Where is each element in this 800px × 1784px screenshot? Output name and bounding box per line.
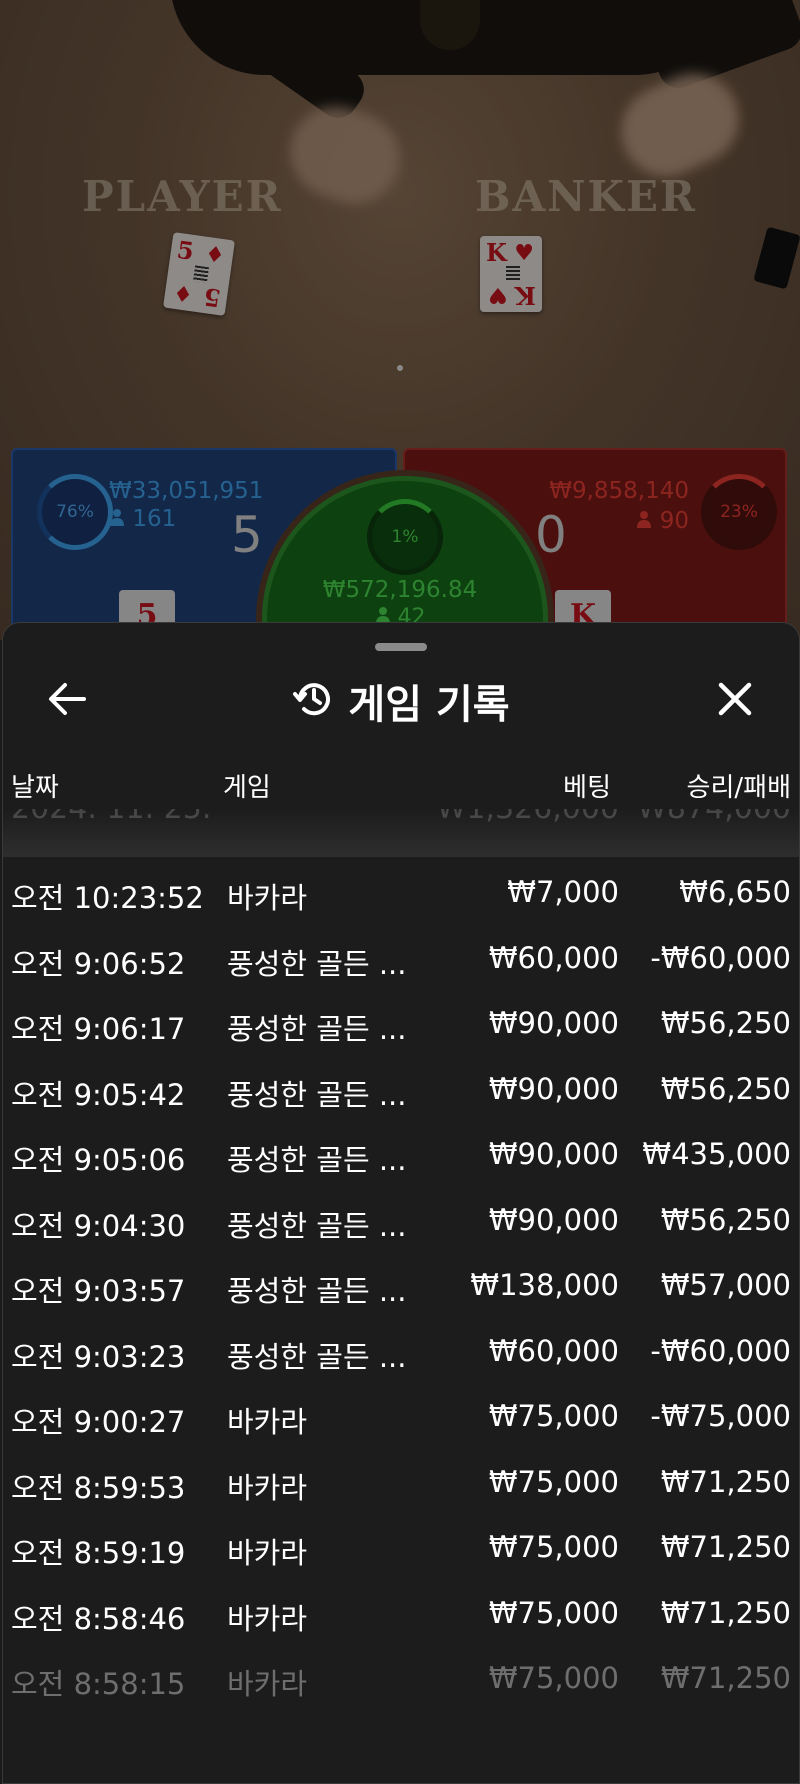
row-game: 바카라 [227, 881, 308, 915]
history-list[interactable]: 오전 10:23:52 바카라 ₩7,000 ₩6,650 오전 9:06:52 풍성한 … [3, 865, 799, 1717]
close-button[interactable] [711, 677, 759, 725]
row-date: 오전 9:03:23 [11, 1339, 186, 1374]
row-game: 풍성한 골든 ... [227, 1274, 407, 1308]
row-win-loss: ₩56,250 [660, 1202, 791, 1237]
modal-backdrop[interactable] [0, 0, 800, 640]
row-bet: ₩90,000 [488, 1137, 619, 1171]
row-win-loss: ₩6,650 [679, 875, 791, 909]
page-title: 게임 기록 [348, 682, 510, 728]
date-group-win-total: ₩874,000 [637, 809, 791, 826]
row-date: 오전 9:05:42 [11, 1077, 186, 1112]
row-win-loss: ₩71,250 [660, 1595, 791, 1630]
row-bet: ₩60,000 [488, 940, 619, 975]
column-header-date[interactable]: 날짜 [11, 767, 59, 804]
history-row[interactable]: 오전 9:04:30 풍성한 골든 ... ₩90,000 ₩56,250 [3, 1193, 799, 1259]
row-bet: ₩7,000 [507, 875, 619, 909]
row-date: 오전 9:04:30 [11, 1208, 186, 1243]
row-win-loss: ₩435,000 [642, 1137, 791, 1171]
row-bet: ₩60,000 [488, 1333, 619, 1368]
history-row[interactable]: 오전 9:00:27 바카라 ₩75,000 -₩75,000 [3, 1389, 799, 1455]
column-header-bet[interactable]: 베팅 [563, 767, 611, 804]
history-row[interactable]: 오전 8:59:53 바카라 ₩75,000 ₩71,250 [3, 1455, 799, 1521]
row-game: 바카라 [227, 1536, 308, 1570]
row-game: 풍성한 골든 ... [227, 946, 407, 981]
row-win-loss: -₩75,000 [650, 1399, 791, 1433]
column-header-win-loss[interactable]: 승리/패배 [687, 767, 791, 804]
row-game: 바카라 [227, 1601, 308, 1636]
row-win-loss: -₩60,000 [650, 1333, 791, 1368]
history-row[interactable]: 오전 9:03:23 풍성한 골든 ... ₩60,000 -₩60,000 [3, 1324, 799, 1390]
date-group-label: 2024. 11. 25. [11, 809, 211, 826]
row-win-loss: ₩71,250 [660, 1661, 791, 1695]
live-video-feed: PLAYER BANKER 5 ♦ ♦ 5 K ♥ ♥ K 76% ₩33,05… [0, 0, 800, 640]
column-header-game[interactable]: 게임 [223, 767, 271, 804]
row-date: 오전 8:59:53 [11, 1470, 186, 1505]
row-win-loss: -₩60,000 [650, 940, 791, 975]
row-bet: ₩90,000 [488, 1071, 619, 1106]
row-win-loss: ₩56,250 [660, 1006, 791, 1040]
row-game: 풍성한 골든 ... [227, 1143, 407, 1177]
history-row[interactable]: 오전 10:23:52 바카라 ₩7,000 ₩6,650 [3, 865, 799, 931]
row-bet: ₩75,000 [488, 1661, 619, 1695]
row-bet: ₩90,000 [488, 1202, 619, 1237]
history-row[interactable]: 오전 9:03:57 풍성한 골든 ... ₩138,000 ₩57,000 [3, 1258, 799, 1324]
row-game: 바카라 [227, 1470, 308, 1505]
row-date: 오전 9:06:17 [11, 1012, 186, 1046]
history-row[interactable]: 오전 9:06:52 풍성한 골든 ... ₩60,000 -₩60,000 [3, 931, 799, 997]
row-bet: ₩75,000 [488, 1464, 619, 1499]
row-win-loss: ₩71,250 [660, 1530, 791, 1564]
history-clock-icon [292, 678, 334, 724]
row-game: 바카라 [227, 1405, 308, 1439]
sheet-header: 게임 기록 [3, 671, 799, 731]
row-date: 오전 9:03:57 [11, 1274, 186, 1308]
history-row[interactable]: 오전 8:59:19 바카라 ₩75,000 ₩71,250 [3, 1520, 799, 1586]
drag-handle[interactable] [375, 643, 427, 651]
history-row[interactable]: 오전 9:05:06 풍성한 골든 ... ₩90,000 ₩435,000 [3, 1127, 799, 1193]
table-header: 날짜 게임 베팅 승리/패배 [3, 767, 799, 807]
row-win-loss: ₩71,250 [660, 1464, 791, 1499]
row-date: 오전 9:05:06 [11, 1143, 186, 1177]
row-date: 오전 8:58:46 [11, 1601, 186, 1636]
history-row[interactable]: 오전 8:58:15 바카라 ₩75,000 ₩71,250 [3, 1651, 799, 1717]
row-date: 오전 9:06:52 [11, 946, 186, 981]
row-game: 풍성한 골든 ... [227, 1012, 407, 1046]
row-win-loss: ₩56,250 [660, 1071, 791, 1106]
row-date: 오전 9:00:27 [11, 1405, 186, 1439]
row-bet: ₩75,000 [488, 1595, 619, 1630]
row-game: 바카라 [227, 1667, 308, 1701]
date-group-row: 2024. 11. 25. ₩1,326,000 ₩874,000 [3, 809, 799, 849]
row-bet: ₩90,000 [488, 1006, 619, 1040]
date-group-bet-total: ₩1,326,000 [437, 809, 619, 826]
row-win-loss: ₩57,000 [660, 1268, 791, 1302]
row-game: 풍성한 골든 ... [227, 1339, 407, 1374]
history-row[interactable]: 오전 9:06:17 풍성한 골든 ... ₩90,000 ₩56,250 [3, 996, 799, 1062]
row-game: 풍성한 골든 ... [227, 1208, 407, 1243]
row-bet: ₩75,000 [488, 1530, 619, 1564]
row-bet: ₩138,000 [470, 1268, 619, 1302]
row-game: 풍성한 골든 ... [227, 1077, 407, 1112]
row-date: 오전 8:59:19 [11, 1536, 186, 1570]
row-bet: ₩75,000 [488, 1399, 619, 1433]
close-icon [717, 681, 753, 721]
history-row[interactable]: 오전 8:58:46 바카라 ₩75,000 ₩71,250 [3, 1586, 799, 1652]
row-date: 오전 8:58:15 [11, 1667, 186, 1701]
row-date: 오전 10:23:52 [11, 881, 204, 915]
history-row[interactable]: 오전 9:05:42 풍성한 골든 ... ₩90,000 ₩56,250 [3, 1062, 799, 1128]
game-history-sheet: 게임 기록 날짜 게임 베팅 승리/패배 2024. 11. 25. ₩1,32… [2, 622, 800, 1784]
